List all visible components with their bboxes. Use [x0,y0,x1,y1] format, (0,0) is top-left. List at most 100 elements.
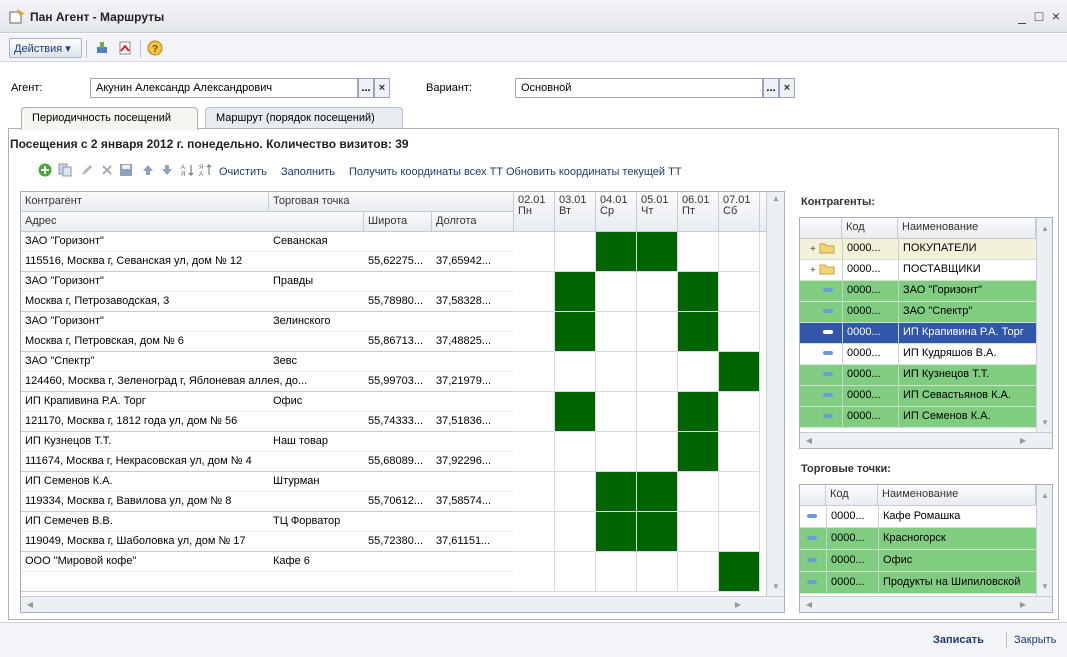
scroll-right-arrow-icon[interactable]: ▶ [1018,436,1028,445]
col-trade-point[interactable]: Торговая точка [269,192,514,212]
counterparty-cell[interactable]: ЗАО "Горизонт" [21,312,269,332]
latitude-cell[interactable]: 55,74333... [364,412,432,432]
col-counterparty[interactable]: Контрагент [21,192,269,212]
help-icon[interactable]: ? [146,39,164,57]
day-column-header[interactable]: 05.01 Чт [637,192,678,232]
scroll-right-arrow-icon[interactable]: ▶ [1018,600,1028,609]
counterparty-cell[interactable]: ЗАО "Спектр" [21,352,269,372]
table-row[interactable]: ИП Семенов К.А. Штурман 119334, Москва г, … [21,472,766,512]
agent-clear-button[interactable]: × [374,78,390,98]
longitude-cell[interactable]: 37,65942... [432,252,514,272]
move-down-icon[interactable] [160,163,174,180]
visit-cell[interactable] [514,232,555,272]
points-vertical-scrollbar[interactable]: ▲ ▼ [1036,485,1052,596]
tab-route-order[interactable]: Маршрут (порядок посещений) [205,107,403,129]
sort-descending-icon[interactable]: ЯA [199,163,213,180]
counterparty-cell[interactable]: ИП Кузнецов Т.Т. [21,432,269,452]
contractors-col-name[interactable]: Наименование [898,218,1036,239]
close-button[interactable]: × [1048,8,1064,24]
visit-cell[interactable] [555,432,596,472]
visit-cell[interactable] [637,352,678,392]
contractors-vertical-scrollbar[interactable]: ▲ ▼ [1036,218,1052,432]
close-form-button[interactable]: Закрыть [1014,634,1056,646]
visit-cell-planned[interactable] [596,512,637,552]
latitude-cell[interactable]: 55,62275... [364,252,432,272]
agent-select-button[interactable]: ... [358,78,374,98]
fill-button[interactable]: Заполнить [281,166,335,178]
visit-cell[interactable] [514,552,555,592]
address-cell[interactable]: 121170, Москва г, 1812 года ул, дом № 56 [21,412,364,432]
visit-cell[interactable] [514,512,555,552]
trade-point-row[interactable]: 0000... Красногорск [800,528,1036,550]
visit-cell[interactable] [514,312,555,352]
visit-cell[interactable] [555,512,596,552]
trade-point-cell[interactable]: ТЦ Форватор [269,512,514,532]
latitude-cell[interactable]: 55,86713... [364,332,432,352]
save-button[interactable]: Записать [933,634,984,646]
visit-cell-planned[interactable] [596,472,637,512]
visit-cell[interactable] [637,312,678,352]
trade-point-cell[interactable]: Правды [269,272,514,292]
contractor-row[interactable]: 0000... ИП Севастьянов К.А. [800,386,1036,407]
visits-horizontal-scrollbar[interactable]: ◀ ▶ [21,596,784,612]
day-column-header[interactable]: 03.01 Вт [555,192,596,232]
scroll-down-arrow-icon[interactable]: ▼ [1040,418,1050,427]
visit-cell[interactable] [678,512,719,552]
visit-cell-planned[interactable] [637,512,678,552]
scroll-down-arrow-icon[interactable]: ▼ [1040,582,1050,591]
visit-cell[interactable] [678,232,719,272]
longitude-cell[interactable] [432,572,514,592]
copy-icon[interactable] [58,163,72,180]
table-row[interactable]: ЗАО "Горизонт" Зелинского Москва г, Петров… [21,312,766,352]
address-cell[interactable]: 115516, Москва г, Севанская ул, дом № 12 [21,252,364,272]
visit-cell-planned[interactable] [678,432,719,472]
sort-ascending-icon[interactable]: AЯ [181,163,195,180]
contractors-table[interactable]: Код Наименование +0000... ПОКУПАТЕЛИ +0000… [799,217,1053,449]
scroll-left-arrow-icon[interactable]: ◀ [25,600,35,609]
visit-cell[interactable] [678,352,719,392]
contractor-row[interactable]: 0000... ИП Кудряшов В.А. [800,344,1036,365]
trade-point-row[interactable]: 0000... Кафе Ромашка [800,506,1036,528]
agent-field[interactable]: Акунин Александр Александрович [90,78,358,98]
visit-cell[interactable] [514,472,555,512]
edit-icon[interactable] [80,163,94,180]
longitude-cell[interactable]: 37,58574... [432,492,514,512]
address-cell[interactable]: 119049, Москва г, Шаболовка ул, дом № 17 [21,532,364,552]
day-column-header[interactable]: 06.01 Пт [678,192,719,232]
scroll-up-arrow-icon[interactable]: ▲ [770,194,782,203]
counterparty-cell[interactable]: ИП Семенов К.А. [21,472,269,492]
counterparty-cell[interactable]: ЗАО "Горизонт" [21,272,269,292]
col-address[interactable]: Адрес [21,212,364,232]
scroll-up-arrow-icon[interactable]: ▲ [1040,491,1050,500]
counterparty-cell[interactable]: ООО "Мировой кофе" [21,552,269,572]
scroll-left-arrow-icon[interactable]: ◀ [804,436,814,445]
contractor-row[interactable]: +0000... ПОСТАВЩИКИ [800,260,1036,281]
trade-point-cell[interactable]: Офис [269,392,514,412]
visit-cell[interactable] [596,312,637,352]
table-row[interactable]: ООО "Мировой кофе" Кафе 6 [21,552,766,592]
latitude-cell[interactable]: 55,70612... [364,492,432,512]
trade-point-cell[interactable]: Зелинского [269,312,514,332]
contractor-row[interactable]: 0000... ИП Крапивина Р.А. Торг [800,323,1036,344]
scroll-right-arrow-icon[interactable]: ▶ [733,600,743,609]
longitude-cell[interactable]: 37,51836... [432,412,514,432]
address-cell[interactable]: Москва г, Петровская, дом № 6 [21,332,364,352]
col-longitude[interactable]: Долгота [432,212,514,232]
table-row[interactable]: ЗАО "Горизонт" Правды Москва г, Петрозавод… [21,272,766,312]
contractors-horizontal-scrollbar[interactable]: ◀ ▶ [800,432,1052,448]
day-column-header[interactable]: 02.01 Пн [514,192,555,232]
table-row[interactable]: ЗАО "Спектр" Зевс 124460, Москва г, Зелено… [21,352,766,392]
address-cell[interactable]: 111674, Москва г, Некрасовская ул, дом №… [21,452,364,472]
scroll-up-arrow-icon[interactable]: ▲ [1040,224,1050,233]
visit-cell[interactable] [596,392,637,432]
add-icon[interactable] [38,163,52,180]
contractor-row[interactable]: 0000... ЗАО "Спектр" [800,302,1036,323]
visit-cell-planned[interactable] [637,472,678,512]
variant-clear-button[interactable]: × [779,78,795,98]
table-row[interactable]: ИП Крапивина Р.А. Торг Офис 121170, Москва… [21,392,766,432]
visit-cell-planned[interactable] [719,552,760,592]
contractor-row[interactable]: +0000... ПОКУПАТЕЛИ [800,239,1036,260]
visit-cell[interactable] [555,552,596,592]
visit-cell[interactable] [678,552,719,592]
visit-cell[interactable] [596,432,637,472]
